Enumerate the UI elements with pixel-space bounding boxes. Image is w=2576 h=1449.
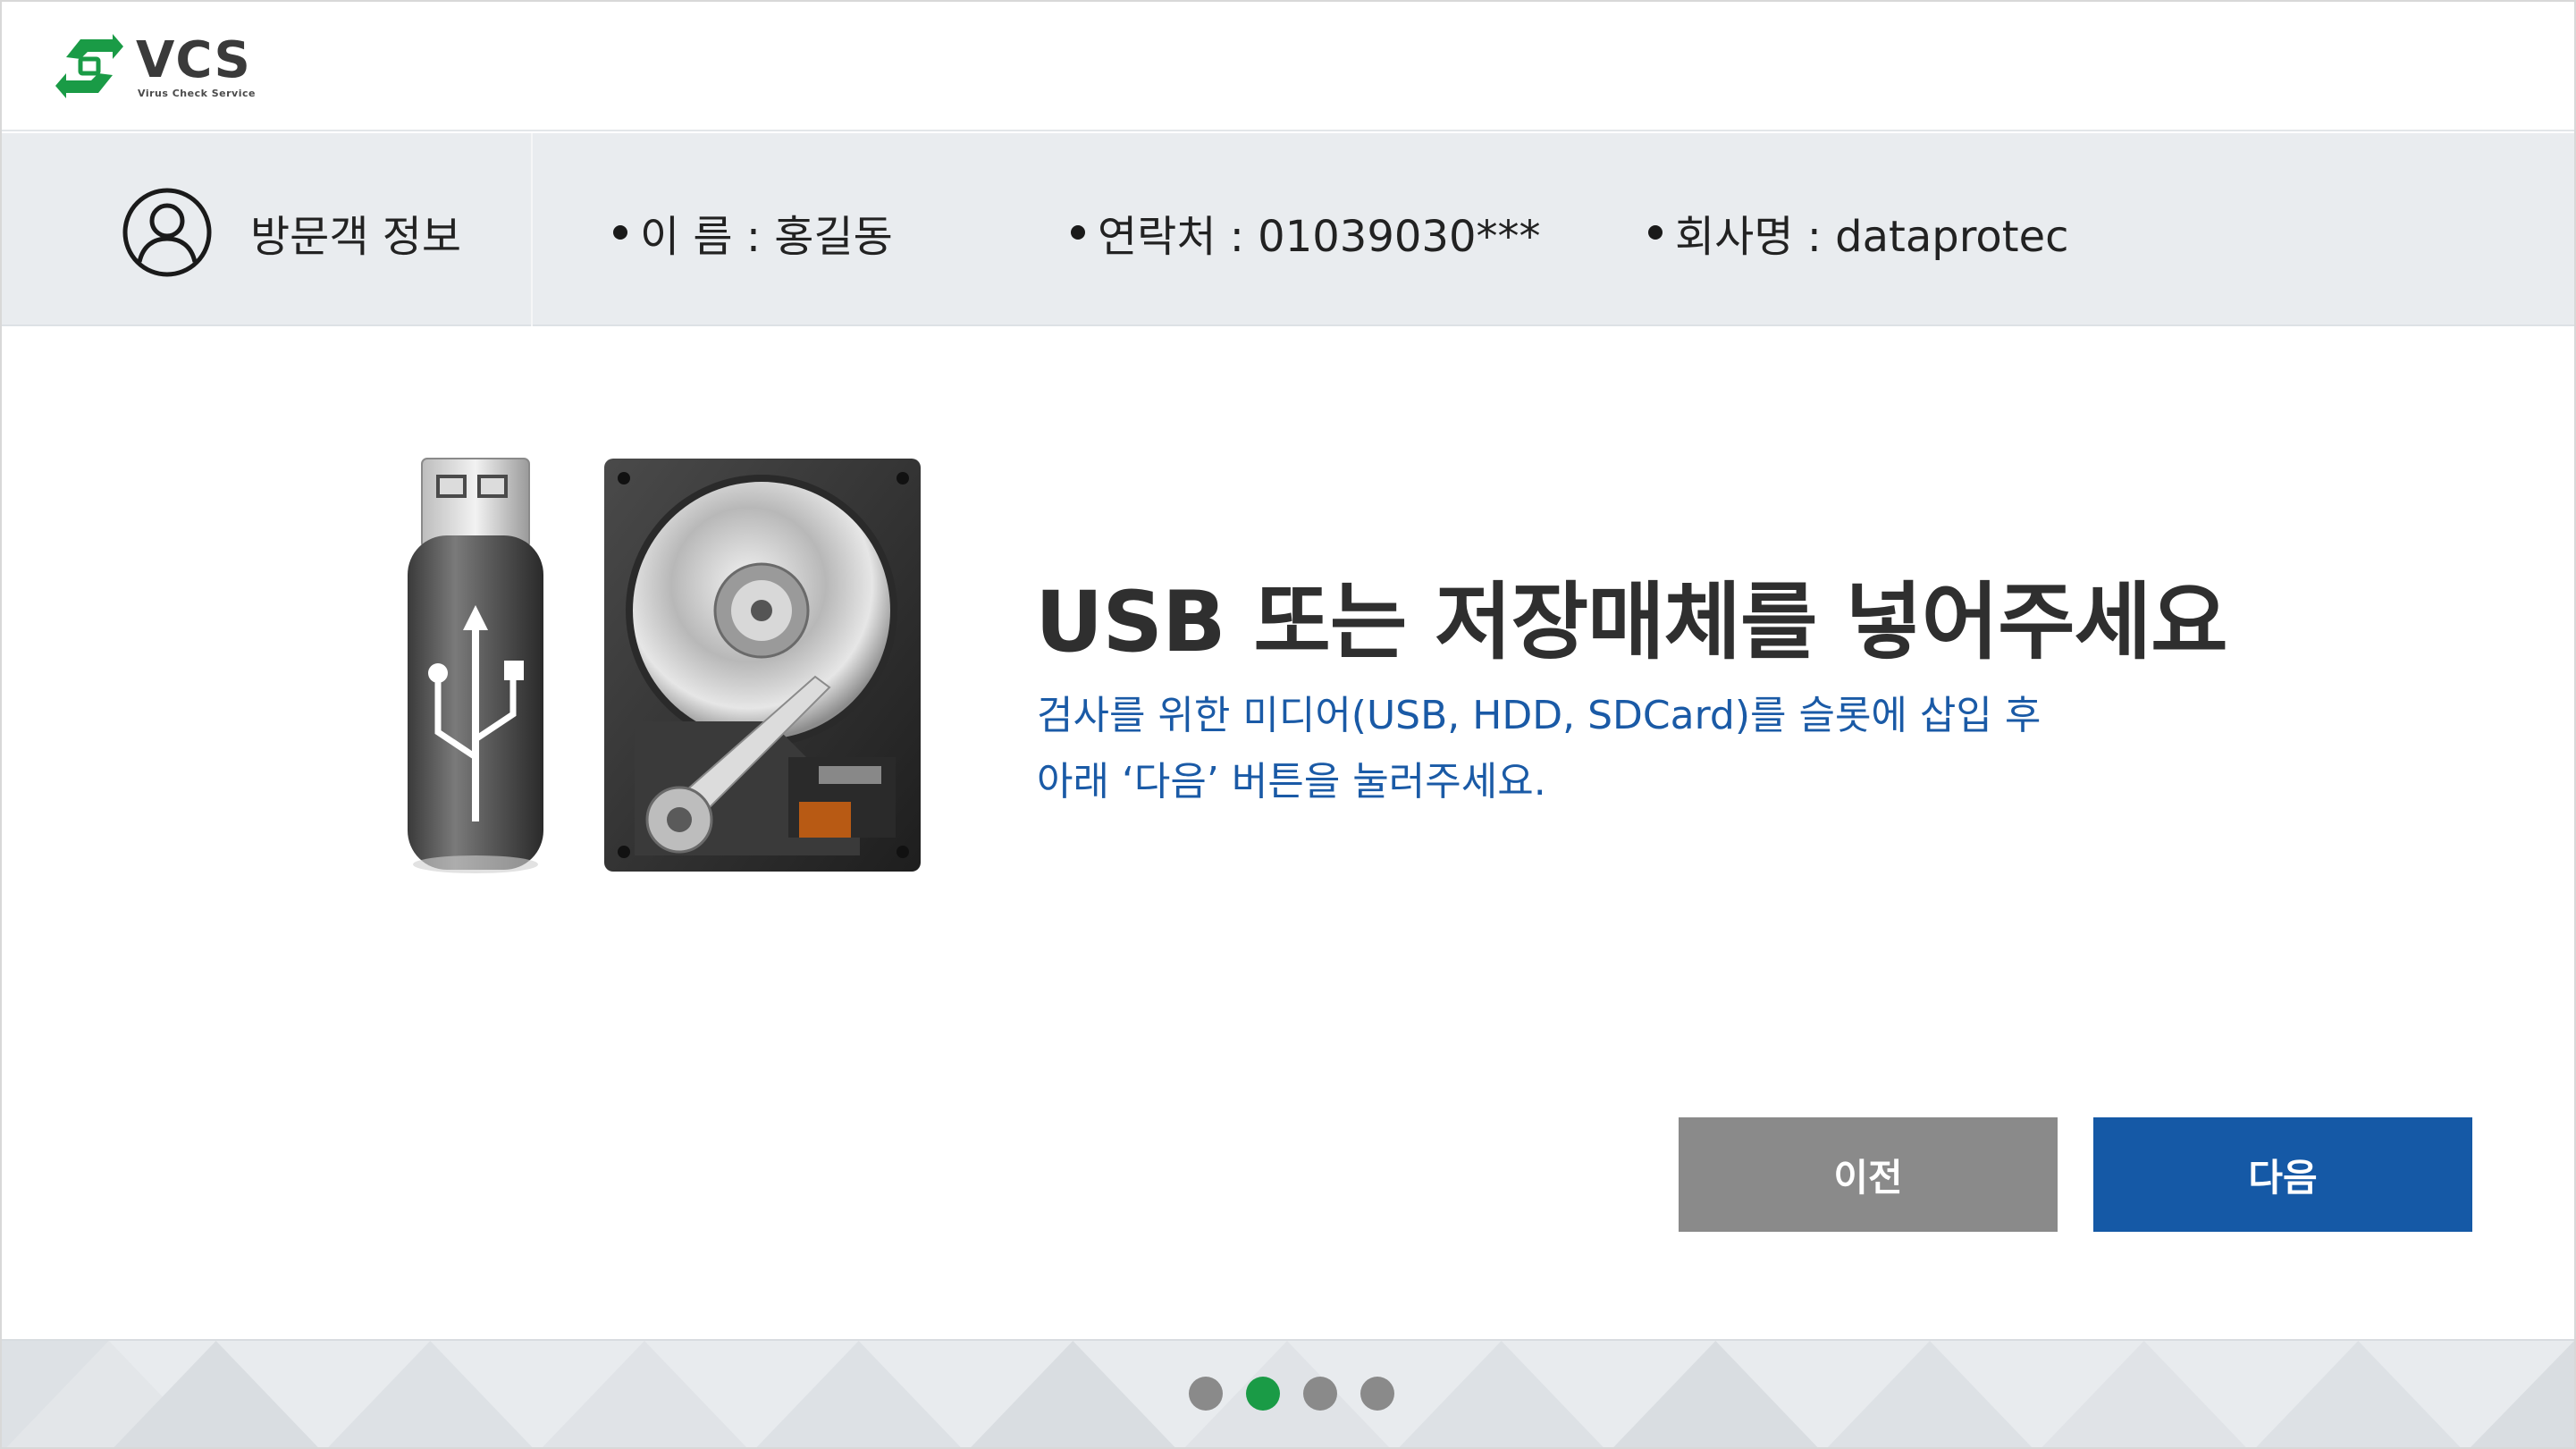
vcs-logo-icon bbox=[55, 34, 123, 98]
bullet-icon bbox=[613, 225, 627, 240]
next-button[interactable]: 다음 bbox=[2093, 1117, 2472, 1232]
app-window: VCS Virus Check Service 방문객 정보 이 름 : 홍길동… bbox=[0, 0, 2576, 1449]
visitor-phone: 연락처 : 01039030*** bbox=[1071, 201, 1540, 264]
visitor-phone-text: 연락처 : 01039030*** bbox=[1098, 212, 1541, 262]
header: VCS Virus Check Service bbox=[2, 2, 2574, 131]
description-line-2: 아래 ‘다음’ 버튼을 눌러주세요. bbox=[1037, 759, 1546, 805]
visitor-name-text: 이 름 : 홍길동 bbox=[640, 212, 893, 262]
user-circle-icon bbox=[122, 188, 212, 277]
storage-media-illustration bbox=[408, 458, 921, 873]
pagination-dot bbox=[1189, 1377, 1223, 1411]
visitor-company: 회사명 : dataprotec bbox=[1648, 201, 2069, 264]
visitor-company-text: 회사명 : dataprotec bbox=[1675, 212, 2069, 262]
logo-text: VCS bbox=[136, 31, 251, 89]
footer bbox=[2, 1339, 2574, 1447]
logo: VCS Virus Check Service bbox=[54, 30, 259, 102]
pagination-dot bbox=[1360, 1377, 1394, 1411]
logo-subtext: Virus Check Service bbox=[138, 88, 256, 99]
visitor-block: 방문객 정보 bbox=[2, 133, 533, 326]
bullet-icon bbox=[1648, 225, 1663, 240]
visitor-info-title: 방문객 정보 bbox=[250, 212, 462, 262]
bullet-icon bbox=[1071, 225, 1085, 240]
pagination-dot bbox=[1246, 1377, 1280, 1411]
visitor-info-bar: 방문객 정보 이 름 : 홍길동 연락처 : 01039030*** 회사명 :… bbox=[2, 133, 2574, 326]
main-title: USB 또는 저장매체를 넣어주세요 bbox=[1035, 574, 2228, 671]
description-line-1: 검사를 위한 미디어(USB, HDD, SDCard)를 슬롯에 삽입 후 bbox=[1037, 693, 2041, 738]
prev-button[interactable]: 이전 bbox=[1679, 1117, 2058, 1232]
usb-drive-icon bbox=[408, 458, 543, 873]
hard-disk-icon bbox=[604, 459, 921, 872]
main-description: 검사를 위한 미디어(USB, HDD, SDCard)를 슬롯에 삽입 후 아… bbox=[1037, 683, 2041, 815]
pagination-dots bbox=[1189, 1377, 1394, 1411]
pagination-dot bbox=[1303, 1377, 1337, 1411]
visitor-name: 이 름 : 홍길동 bbox=[613, 201, 893, 264]
